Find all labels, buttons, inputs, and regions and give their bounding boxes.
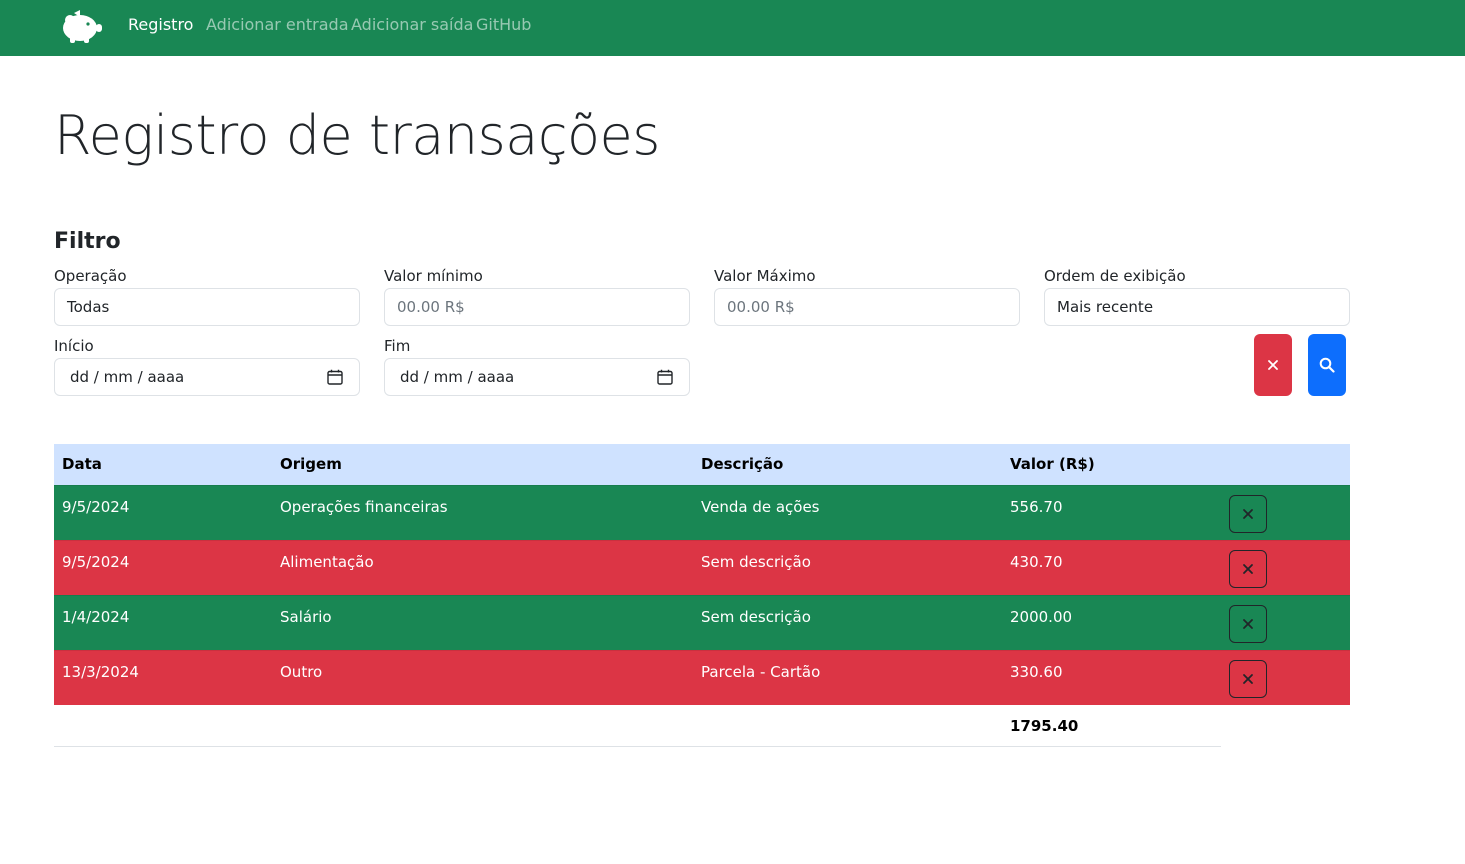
table-row: 13/3/2024 Outro Parcela - Cartão 330.60 (54, 650, 1350, 705)
total-row: 1795.40 (54, 705, 1221, 747)
min-value-label: Valor mínimo (384, 267, 483, 285)
min-value-input[interactable]: 00.00 R$ (384, 288, 690, 326)
cell-date: 1/4/2024 (62, 608, 130, 626)
header-date: Data (62, 455, 102, 473)
header-description: Descrição (701, 455, 784, 473)
total-value: 1795.40 (1010, 717, 1079, 735)
cell-date: 9/5/2024 (62, 553, 130, 571)
nav-link-adicionar-entrada[interactable]: Adicionar entrada (206, 15, 349, 34)
cell-origin: Alimentação (280, 553, 374, 571)
start-date-label: Início (54, 337, 94, 355)
start-date-input[interactable]: dd / mm / aaaa (54, 358, 360, 396)
order-select[interactable]: Mais recente (1044, 288, 1350, 326)
max-value-label: Valor Máximo (714, 267, 816, 285)
page-title: Registro de transações (54, 104, 660, 167)
cell-date: 13/3/2024 (62, 663, 139, 681)
start-date-placeholder: dd / mm / aaaa (70, 368, 185, 386)
cell-date: 9/5/2024 (62, 498, 130, 516)
calendar-icon[interactable] (327, 369, 343, 385)
search-button[interactable] (1308, 334, 1346, 396)
close-icon (1243, 564, 1253, 574)
cell-description: Parcela - Cartão (701, 663, 821, 681)
close-icon (1243, 619, 1253, 629)
order-label: Ordem de exibição (1044, 267, 1186, 285)
table-row: 9/5/2024 Alimentação Sem descrição 430.7… (54, 540, 1350, 595)
close-icon (1268, 360, 1278, 370)
cell-value: 2000.00 (1010, 608, 1073, 626)
delete-row-button[interactable] (1229, 550, 1267, 588)
delete-row-button[interactable] (1229, 660, 1267, 698)
operation-label: Operação (54, 267, 127, 285)
cell-value: 330.60 (1010, 663, 1063, 681)
operation-select[interactable]: Todas (54, 288, 360, 326)
end-date-input[interactable]: dd / mm / aaaa (384, 358, 690, 396)
table-header: Data Origem Descrição Valor (R$) (54, 444, 1350, 485)
header-value: Valor (R$) (1010, 455, 1095, 473)
close-icon (1243, 674, 1253, 684)
cell-origin: Outro (280, 663, 323, 681)
transactions-table: Data Origem Descrição Valor (R$) 9/5/202… (54, 444, 1350, 747)
nav-link-registro[interactable]: Registro (128, 15, 193, 34)
max-value-input[interactable]: 00.00 R$ (714, 288, 1020, 326)
end-date-label: Fim (384, 337, 411, 355)
cell-origin: Salário (280, 608, 332, 626)
table-row: 1/4/2024 Salário Sem descrição 2000.00 (54, 595, 1350, 650)
calendar-icon[interactable] (657, 369, 673, 385)
cell-description: Sem descrição (701, 608, 811, 626)
piggy-bank-icon[interactable] (58, 6, 104, 46)
close-icon (1243, 509, 1253, 519)
cell-description: Sem descrição (701, 553, 811, 571)
clear-filter-button[interactable] (1254, 334, 1292, 396)
navbar: Registro Adicionar entrada Adicionar saí… (0, 0, 1465, 56)
search-icon (1319, 357, 1335, 373)
nav-link-github[interactable]: GitHub (476, 15, 531, 34)
delete-row-button[interactable] (1229, 605, 1267, 643)
cell-origin: Operações financeiras (280, 498, 448, 516)
filter-title: Filtro (54, 229, 121, 254)
table-row: 9/5/2024 Operações financeiras Venda de … (54, 485, 1350, 540)
delete-row-button[interactable] (1229, 495, 1267, 533)
cell-value: 556.70 (1010, 498, 1063, 516)
cell-description: Venda de ações (701, 498, 820, 516)
header-origin: Origem (280, 455, 342, 473)
end-date-placeholder: dd / mm / aaaa (400, 368, 515, 386)
cell-value: 430.70 (1010, 553, 1063, 571)
nav-link-adicionar-saida[interactable]: Adicionar saída (351, 15, 473, 34)
